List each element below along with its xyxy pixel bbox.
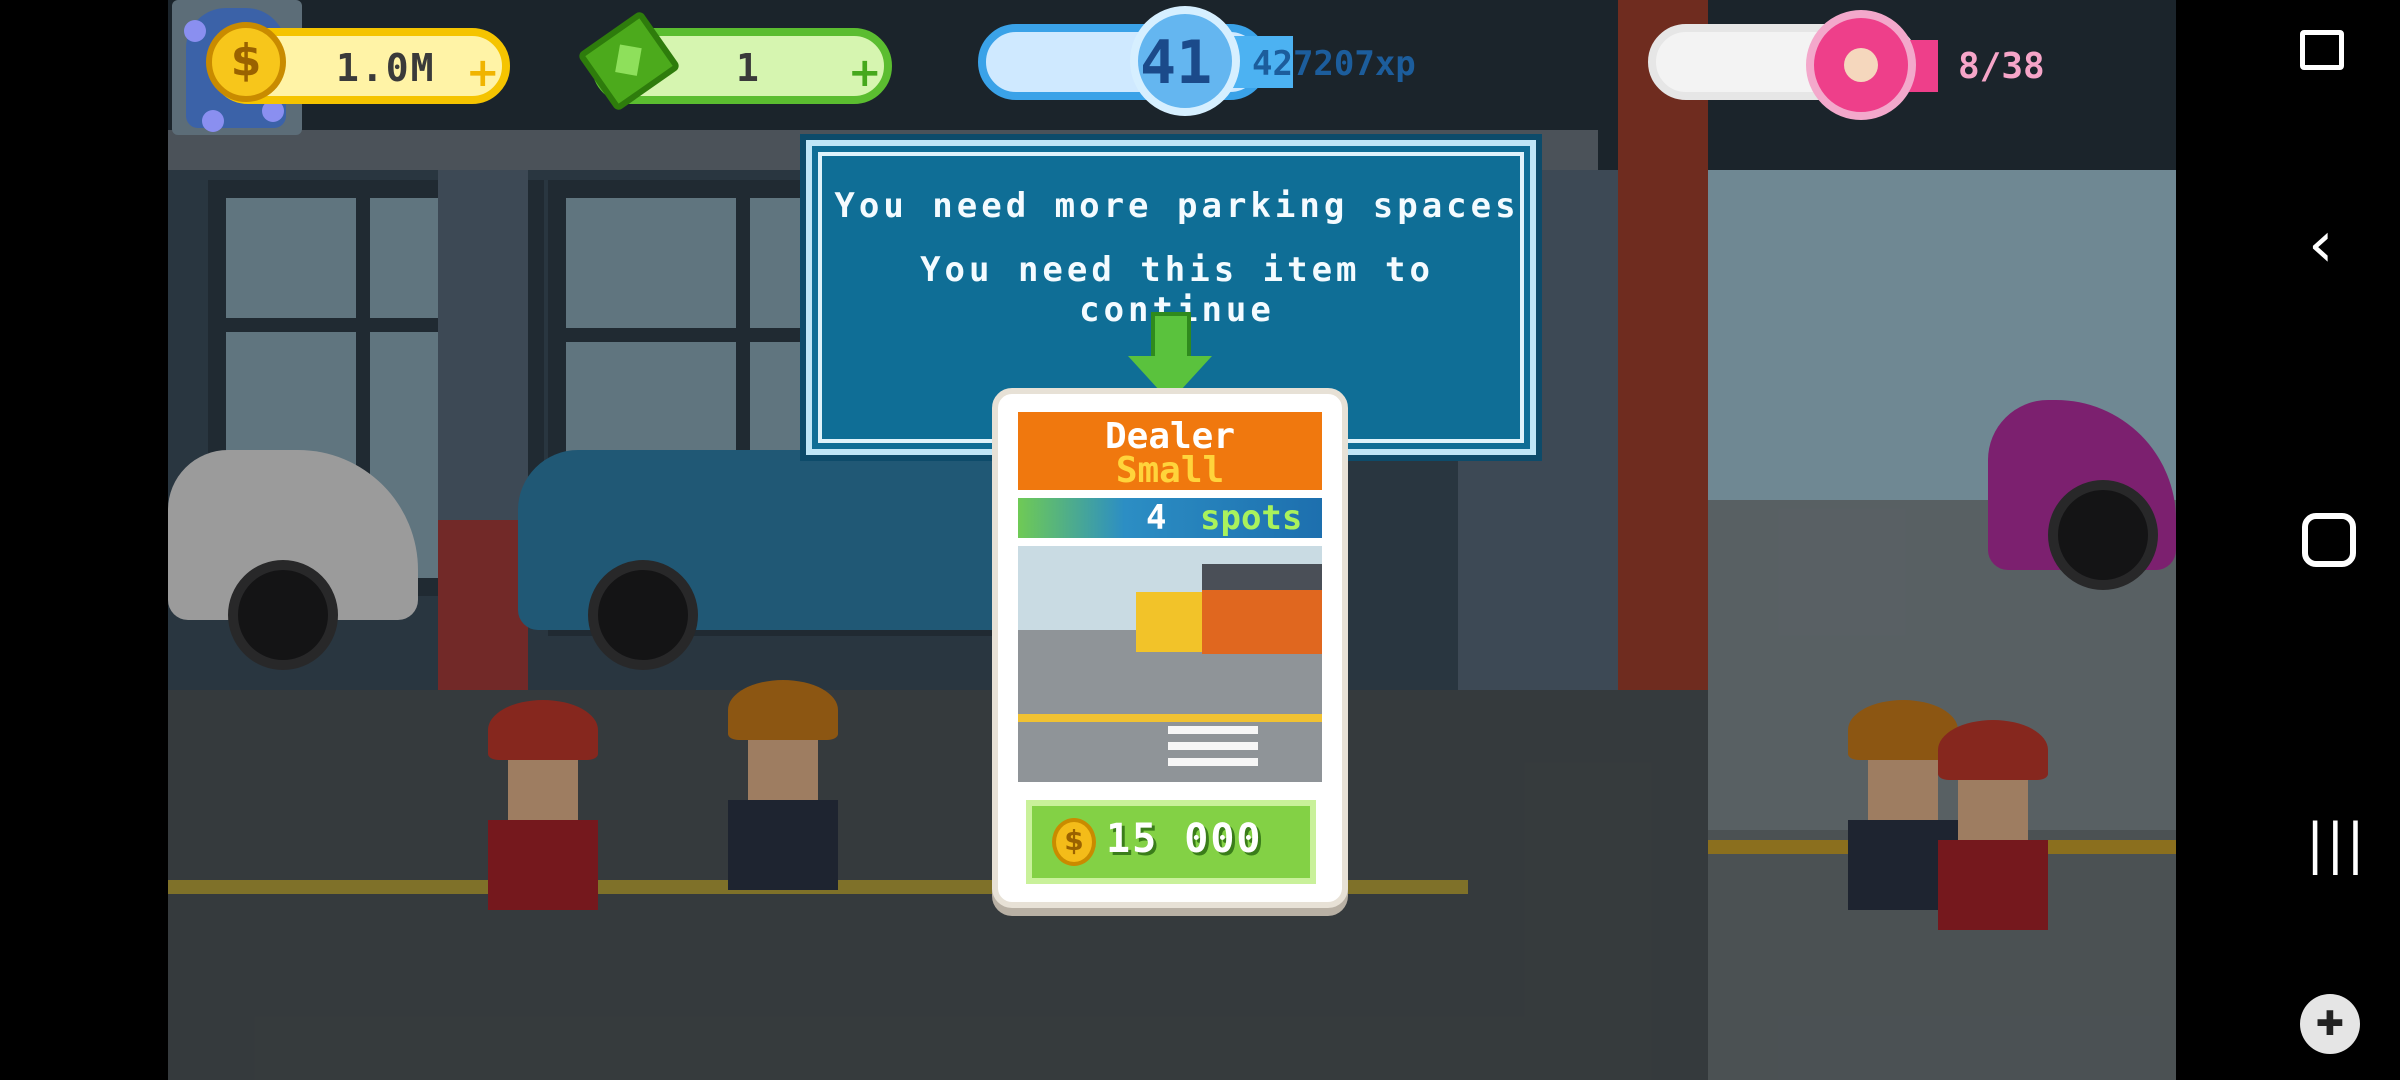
down-arrow-icon bbox=[1151, 312, 1191, 362]
screenshot-tool-icon[interactable] bbox=[2300, 30, 2344, 70]
card-subtitle: Small bbox=[1115, 450, 1225, 491]
dialog-message-line1: You need more parking spaces bbox=[834, 186, 1520, 226]
card-header: Dealer Small bbox=[1018, 412, 1322, 491]
cash-amount: 1 bbox=[736, 46, 761, 90]
donut-amount: 8/38 bbox=[1958, 46, 2045, 87]
coin-icon: $ bbox=[1052, 818, 1096, 866]
sparkle-icon bbox=[202, 110, 224, 132]
xp-amount: 427207xp bbox=[1252, 44, 1416, 84]
navigation-bar bbox=[2176, 0, 2400, 1080]
player-level: 41 bbox=[1140, 28, 1213, 98]
dealer-item-card[interactable]: Dealer Small 4 spots $ 15 000 bbox=[992, 388, 1348, 908]
recents-icon[interactable]: ||| bbox=[2306, 812, 2367, 875]
spots-count: 4 bbox=[1146, 498, 1167, 538]
buy-coins-button[interactable]: + bbox=[466, 50, 500, 96]
dealer-preview-image bbox=[1018, 546, 1322, 782]
buy-price: 15 000 bbox=[1106, 816, 1263, 862]
back-icon[interactable]: ‹ bbox=[2308, 208, 2334, 282]
spots-bar: 4 spots bbox=[1018, 498, 1322, 538]
gamepad-icon[interactable]: ✚ bbox=[2300, 994, 2360, 1054]
left-letterbox bbox=[0, 0, 168, 1080]
donut-icon bbox=[1806, 10, 1916, 120]
coin-amount: 1.0M bbox=[336, 46, 436, 90]
spots-label: spots bbox=[1200, 498, 1303, 538]
sparkle-icon bbox=[184, 20, 206, 42]
buy-dealer-button[interactable]: $ 15 000 bbox=[1026, 800, 1316, 884]
home-icon[interactable] bbox=[2302, 513, 2356, 567]
buy-cash-button[interactable]: + bbox=[848, 50, 882, 96]
coin-icon: $ bbox=[206, 22, 286, 102]
